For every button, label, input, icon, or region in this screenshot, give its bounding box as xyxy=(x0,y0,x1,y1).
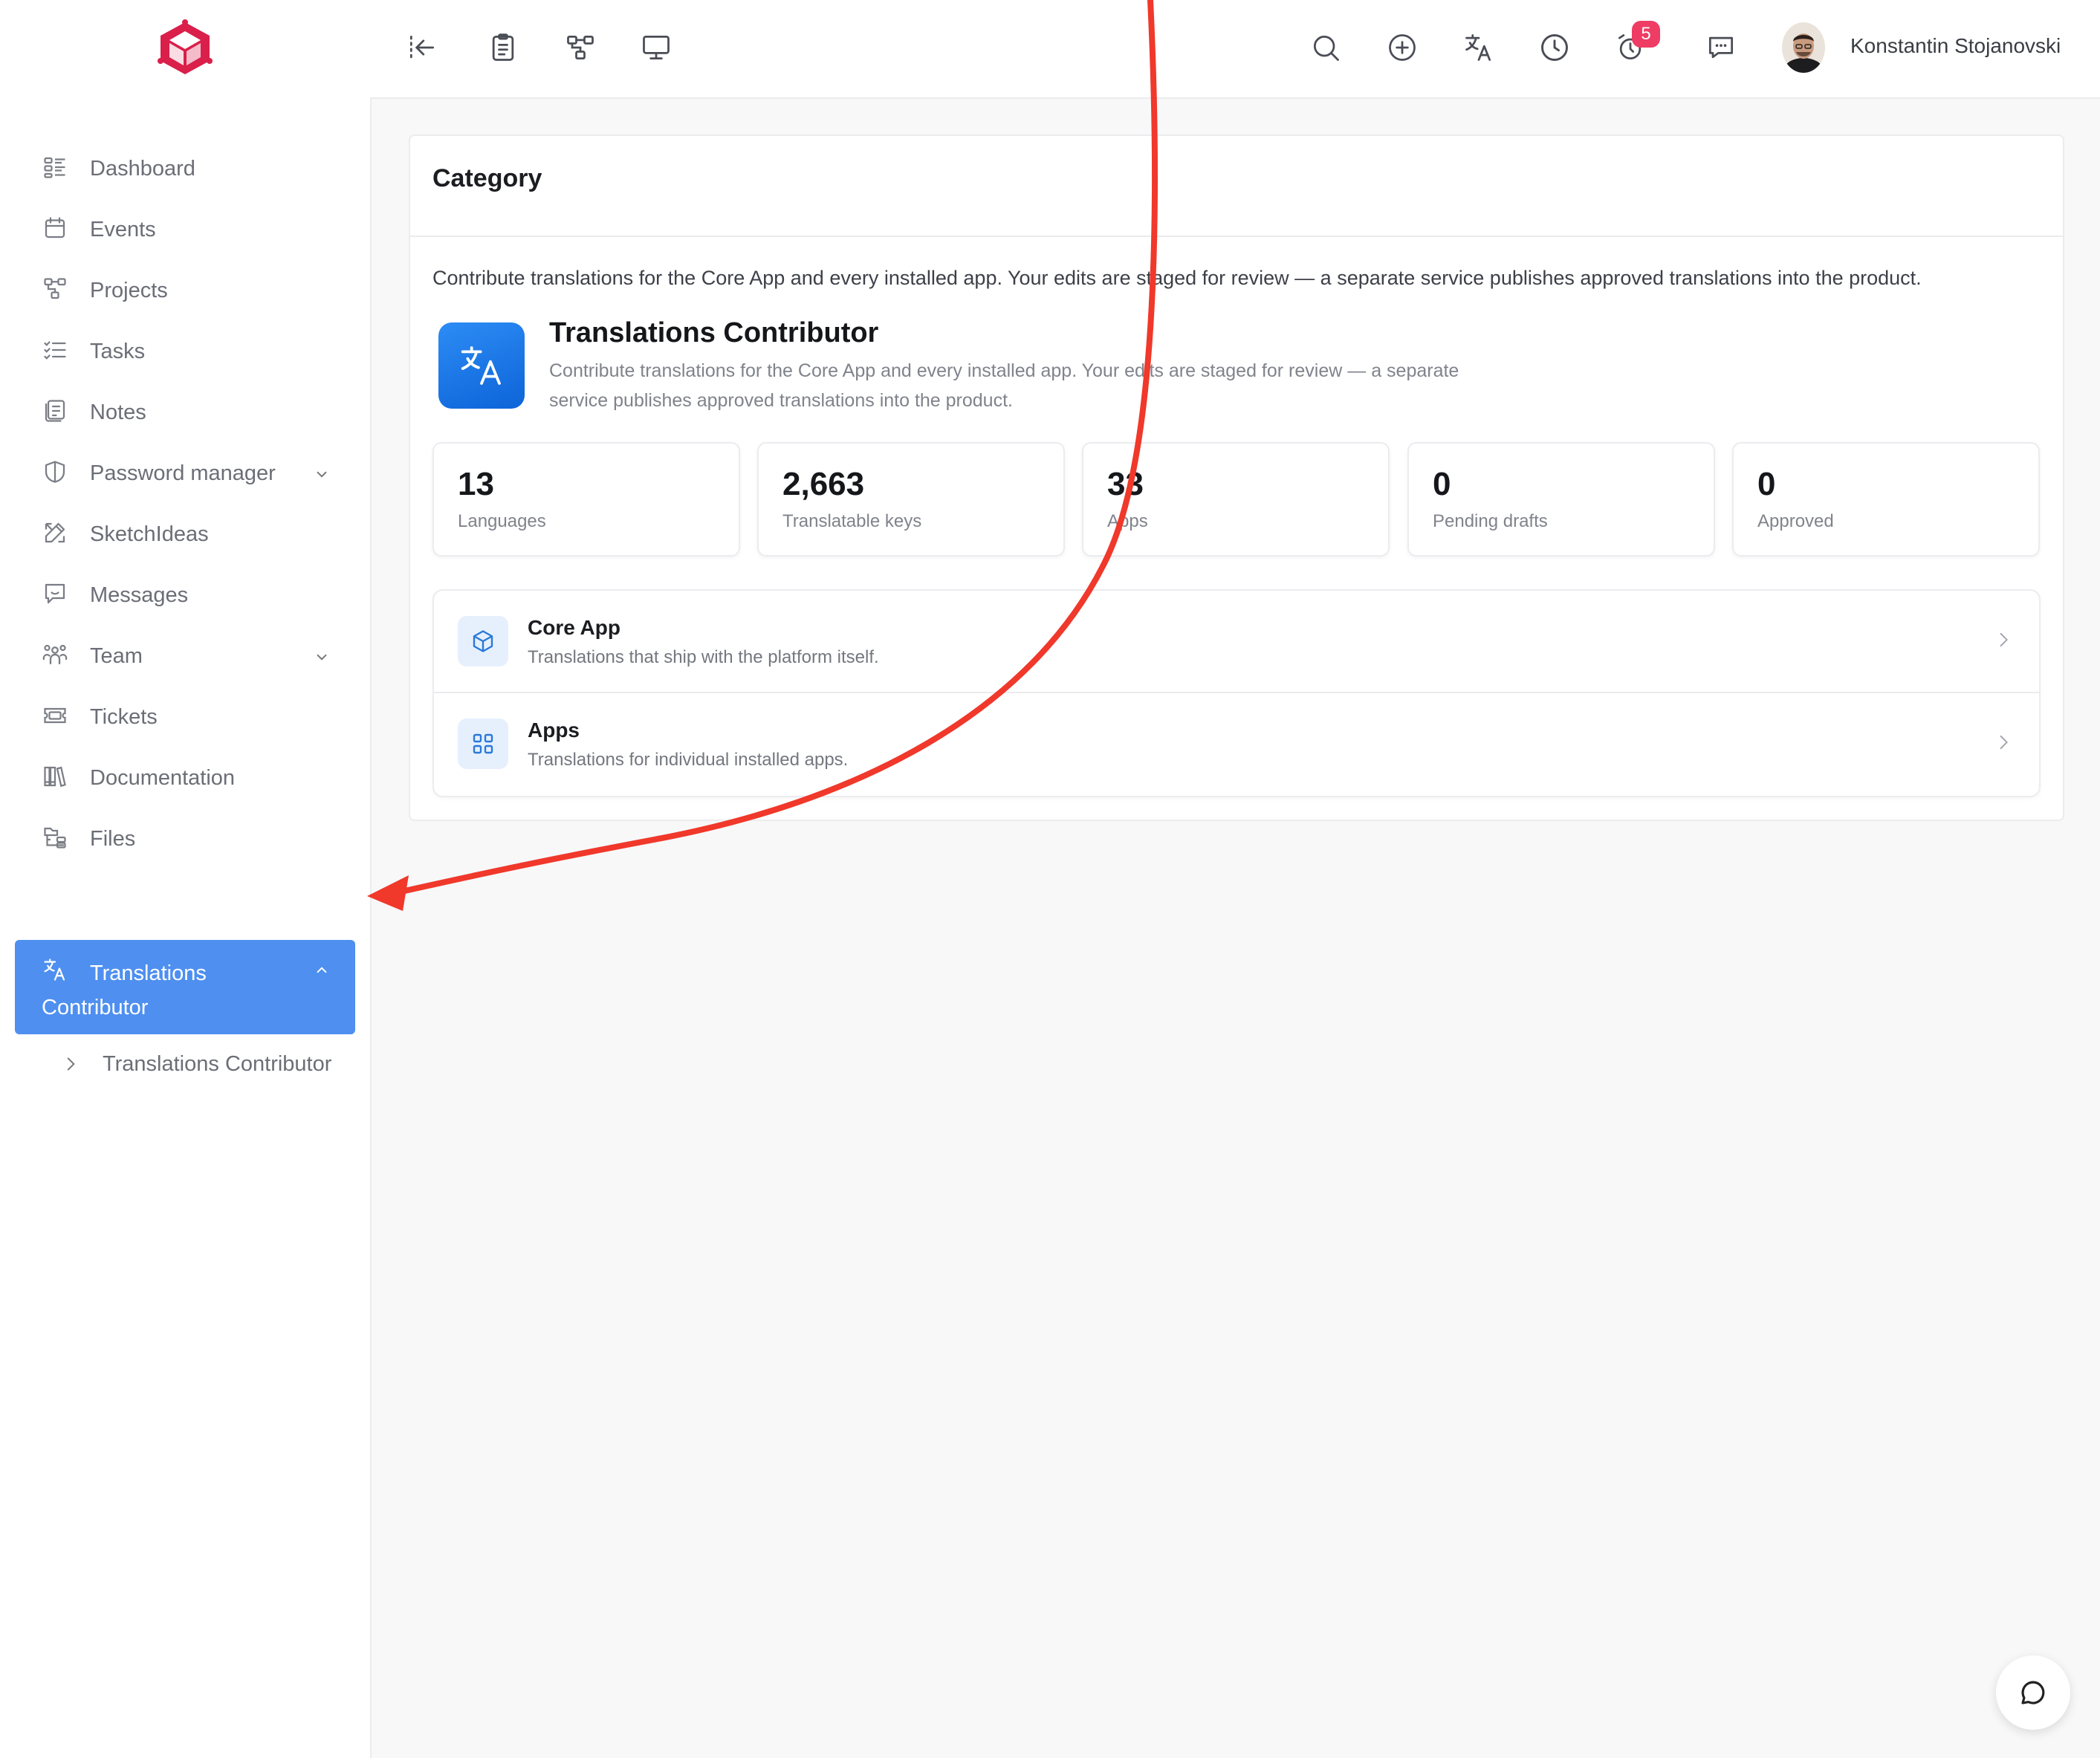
ticket-icon xyxy=(42,702,71,732)
sketch-icon xyxy=(42,519,71,549)
sidebar-item-label: Tickets xyxy=(90,705,158,729)
calendar-icon xyxy=(42,215,71,244)
category-list: Core App Translations that ship with the… xyxy=(432,589,2041,797)
list-item-apps[interactable]: Apps Translations for individual install… xyxy=(434,693,2039,794)
collapse-sidebar-icon[interactable] xyxy=(403,28,441,67)
clipboard-icon[interactable] xyxy=(484,28,522,67)
stat-value: 0 xyxy=(1433,466,1451,502)
list-item-title: Apps xyxy=(528,719,580,742)
chevron-right-icon xyxy=(1993,732,2014,753)
notes-icon xyxy=(42,398,71,427)
search-icon[interactable] xyxy=(1306,28,1345,67)
stat-value: 2,663 xyxy=(782,466,865,502)
add-icon[interactable] xyxy=(1383,28,1422,67)
sidebar-item-files[interactable]: Files xyxy=(15,811,355,869)
category-card: Category Contribute translations for the… xyxy=(409,134,2064,821)
books-icon xyxy=(42,763,71,793)
sidebar-subitem-translations-contributor[interactable]: Translations Contributor xyxy=(55,1047,337,1081)
sidebar-item-label: Team xyxy=(90,644,143,668)
sidebar-item-team[interactable]: Team xyxy=(15,628,355,686)
sidebar-item-label: Documentation xyxy=(90,766,236,790)
sidebar-item-label: Translations Contributor xyxy=(42,961,207,1019)
stat-label: Translatable keys xyxy=(782,511,922,531)
dashboard-icon xyxy=(42,154,71,184)
clock-icon[interactable] xyxy=(1535,28,1574,67)
stat-label: Apps xyxy=(1107,511,1148,531)
sidebar-item-documentation[interactable]: Documentation xyxy=(15,750,355,808)
translate-icon[interactable] xyxy=(1459,28,1498,67)
stat-card: 2,663 Translatable keys xyxy=(757,442,1065,557)
chevron-up-icon[interactable] xyxy=(312,961,331,980)
shield-icon xyxy=(42,458,71,488)
stat-card: 33 Apps xyxy=(1082,442,1390,557)
stat-card: 13 Languages xyxy=(432,442,740,557)
stat-card: 0 Pending drafts xyxy=(1407,442,1715,557)
sidebar-item-label: SketchIdeas xyxy=(90,522,209,546)
message-icon xyxy=(42,580,71,610)
sidebar-item-messages[interactable]: Messages xyxy=(15,567,355,625)
chevron-right-icon xyxy=(1993,629,2014,650)
sidebar-subitem-label: Translations Contributor xyxy=(103,1052,332,1076)
stat-value: 13 xyxy=(458,466,494,502)
files-icon xyxy=(42,824,71,854)
stat-label: Pending drafts xyxy=(1433,511,1548,531)
sidebar-item-events[interactable]: Events xyxy=(15,201,355,259)
user-name[interactable]: Konstantin Stojanovski xyxy=(1850,34,2061,58)
reminders-badge: 5 xyxy=(1632,21,1660,48)
list-item-title: Core App xyxy=(528,616,620,639)
workflow-icon[interactable] xyxy=(561,28,600,67)
grid-icon xyxy=(458,719,508,769)
sidebar-item-translations-contributor[interactable]: Translations Contributor xyxy=(15,940,355,1034)
brand-logo[interactable] xyxy=(156,19,214,77)
sidebar-item-password-manager[interactable]: Password manager xyxy=(15,445,355,503)
tasks-icon xyxy=(42,337,71,366)
chat-icon[interactable] xyxy=(1702,28,1740,67)
stat-label: Approved xyxy=(1757,511,1834,531)
projects-icon xyxy=(42,276,71,305)
translate-icon xyxy=(438,322,525,409)
sidebar-item-tickets[interactable]: Tickets xyxy=(15,689,355,747)
page-title: Category xyxy=(432,164,542,192)
sidebar-item-label: Dashboard xyxy=(90,157,195,181)
sidebar-item-dashboard[interactable]: Dashboard xyxy=(15,140,355,198)
sidebar-item-label: Password manager xyxy=(90,461,276,485)
chat-support-button[interactable] xyxy=(1996,1655,2070,1730)
page-description: Contribute translations for the Core App… xyxy=(432,267,1922,289)
hero-subtitle: Contribute translations for the Core App… xyxy=(549,360,1459,411)
top-bar: 5 Konstantin Stojanovski xyxy=(0,0,2100,99)
chevron-down-icon[interactable] xyxy=(312,464,331,484)
sidebar-item-projects[interactable]: Projects xyxy=(15,262,355,320)
sidebar-item-label: Projects xyxy=(90,279,168,302)
chevron-right-icon xyxy=(61,1054,80,1074)
sidebar-item-sketchideas[interactable]: SketchIdeas xyxy=(15,506,355,564)
list-item-subtitle: Translations for individual installed ap… xyxy=(528,750,849,770)
chevron-down-icon[interactable] xyxy=(312,647,331,666)
stat-card: 0 Approved xyxy=(1732,442,2040,557)
stat-value: 0 xyxy=(1757,466,1776,502)
team-icon xyxy=(42,641,71,671)
sidebar-item-label: Files xyxy=(90,827,136,851)
stat-value: 33 xyxy=(1107,466,1144,502)
avatar[interactable] xyxy=(1782,22,1825,73)
hero-title: Translations Contributor xyxy=(549,317,879,348)
sidebar: Dashboard Events Projects Tasks Notes Pa… xyxy=(0,97,372,1758)
list-item-subtitle: Translations that ship with the platform… xyxy=(528,647,879,667)
sidebar-item-notes[interactable]: Notes xyxy=(15,384,355,442)
sidebar-item-label: Notes xyxy=(90,400,146,424)
sidebar-item-label: Tasks xyxy=(90,340,146,363)
sidebar-item-label: Events xyxy=(90,218,156,241)
stat-label: Languages xyxy=(458,511,546,531)
divider xyxy=(410,236,2063,237)
cube-icon xyxy=(458,616,508,666)
sidebar-item-label: Messages xyxy=(90,583,189,607)
monitor-icon[interactable] xyxy=(637,28,675,67)
sidebar-item-tasks[interactable]: Tasks xyxy=(15,323,355,381)
list-item-core-app[interactable]: Core App Translations that ship with the… xyxy=(434,591,2039,693)
